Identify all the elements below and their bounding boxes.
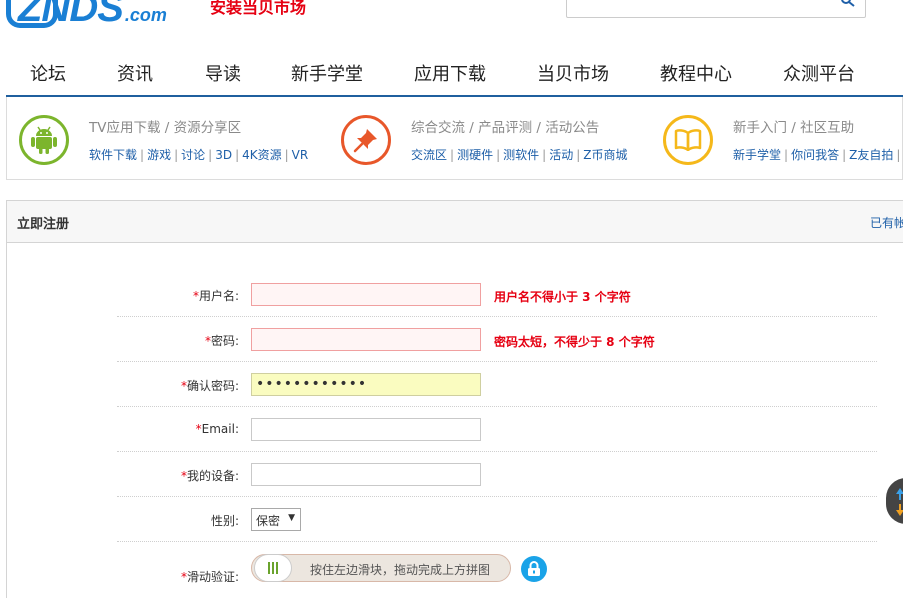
category-title: 新手入门 / 社区互助 [733, 120, 855, 136]
register-header: 立即注册 已有帐 [7, 201, 903, 243]
device-row: *我的设备: [117, 452, 877, 497]
username-label: *用户名: [192, 289, 239, 303]
logo-domain: .com [124, 5, 167, 25]
lock-icon [521, 556, 547, 582]
slider-handle[interactable] [254, 554, 292, 582]
gender-label: 性别: [210, 514, 239, 528]
pin-icon[interactable] [341, 115, 391, 165]
username-error: 用户名不得小于 3 个字符 [494, 290, 631, 304]
confirm-password-label: *确认密码: [180, 379, 239, 393]
category-title: 综合交流 / 产品评测 / 活动公告 [411, 120, 600, 136]
nav-item-app-download[interactable]: 应用下载 [414, 58, 486, 92]
nav-item-beta-test[interactable]: 众测平台 [783, 58, 855, 92]
gender-selected-value: 保密 [256, 514, 281, 528]
nav-item-news[interactable]: 资讯 [117, 58, 153, 92]
nav-item-forum[interactable]: 论坛 [30, 58, 66, 92]
slider-hint: 按住左边滑块，拖动完成上方拼图 [310, 563, 491, 577]
password-row: *密码: 密码太短，不得少于 8 个字符 [117, 317, 877, 362]
device-label: *我的设备: [180, 469, 239, 483]
book-icon[interactable] [663, 115, 713, 165]
link-hardware[interactable]: 测硬件 [457, 148, 493, 162]
gender-select[interactable]: 保密 ▼ [251, 508, 301, 531]
slider-captcha-row: *滑动验证: 按住左边滑块，拖动完成上方拼图 [117, 542, 877, 587]
gender-row: 性别: 保密 ▼ [117, 497, 877, 542]
password-error: 密码太短，不得少于 8 个字符 [494, 335, 655, 349]
category-title: TV应用下载 / 资源分享区 [89, 120, 242, 136]
site-logo[interactable]: ZNDS .com [6, 0, 167, 28]
logo-mark [6, 0, 58, 28]
category-links: 新手学堂 | 你问我答 | Z友自拍 | [733, 148, 901, 162]
category-links: 交流区 | 测硬件 | 测软件 | 活动 | Z币商城 [411, 148, 628, 162]
nav-item-beginner[interactable]: 新手学堂 [291, 58, 363, 92]
link-qa[interactable]: 你问我答 [791, 148, 839, 162]
category-links: 软件下载 | 游戏 | 讨论 | 3D | 4K资源 | VR [89, 148, 309, 162]
link-games[interactable]: 游戏 [147, 148, 171, 162]
username-row: *用户名: 用户名不得小于 3 个字符 [117, 272, 877, 317]
email-row: *Email: [117, 407, 877, 452]
username-input[interactable] [251, 283, 481, 306]
category-help: 新手入门 / 社区互助 新手学堂 | 你问我答 | Z友自拍 | [651, 97, 903, 180]
main-nav: 论坛 资讯 导读 新手学堂 应用下载 当贝市场 教程中心 众测平台 [0, 58, 903, 94]
email-field[interactable] [251, 418, 481, 441]
link-3d[interactable]: 3D [215, 148, 232, 162]
confirm-password-row: *确认密码: •••••••••••• [117, 362, 877, 407]
register-panel: 立即注册 已有帐 *用户名: 用户名不得小于 3 个字符 *密码: 密码太短，不… [6, 200, 903, 598]
link-4k[interactable]: 4K资源 [242, 148, 282, 162]
confirm-password-input[interactable]: •••••••••••• [251, 373, 481, 396]
link-zcoin-mall[interactable]: Z币商城 [583, 148, 627, 162]
email-label: *Email: [195, 422, 239, 436]
link-software-test[interactable]: 测软件 [503, 148, 539, 162]
category-apps: TV应用下载 / 资源分享区 软件下载 | 游戏 | 讨论 | 3D | 4K资源 | VR [7, 97, 327, 180]
search-input[interactable] [566, 0, 866, 18]
category-community: 综合交流 / 产品评测 / 活动公告 交流区 | 测硬件 | 测软件 | 活动 | Z币商城 [329, 97, 651, 180]
nav-item-dangbei-market[interactable]: 当贝市场 [537, 58, 609, 92]
slogan[interactable]: 安装当贝市场 [210, 0, 306, 18]
link-software[interactable]: 软件下载 [89, 148, 137, 162]
link-vr[interactable]: VR [292, 148, 309, 162]
chevron-down-icon: ▼ [288, 513, 295, 523]
password-input[interactable] [251, 328, 481, 351]
slider-captcha[interactable]: 按住左边滑块，拖动完成上方拼图 [251, 554, 511, 582]
login-link[interactable]: 已有帐 [870, 214, 903, 231]
nav-item-guide[interactable]: 导读 [205, 58, 241, 92]
search-icon[interactable] [841, 0, 855, 7]
page-title: 立即注册 [17, 217, 70, 232]
link-exchange[interactable]: 交流区 [411, 148, 447, 162]
device-input[interactable] [251, 463, 481, 486]
slider-captcha-label: *滑动验证: [180, 570, 239, 584]
top-bar: ZNDS .com 安装当贝市场 [0, 0, 903, 38]
password-label: *密码: [204, 334, 239, 348]
android-icon[interactable] [19, 115, 69, 165]
link-events[interactable]: 活动 [549, 148, 573, 162]
scroll-arrows-icon [896, 488, 903, 516]
link-beginner-school[interactable]: 新手学堂 [733, 148, 781, 162]
link-selfie[interactable]: Z友自拍 [849, 148, 893, 162]
category-panel: TV应用下载 / 资源分享区 软件下载 | 游戏 | 讨论 | 3D | 4K资源 | VR 综合交… [6, 97, 903, 180]
nav-item-tutorials[interactable]: 教程中心 [660, 58, 732, 92]
link-discussion[interactable]: 讨论 [181, 148, 205, 162]
